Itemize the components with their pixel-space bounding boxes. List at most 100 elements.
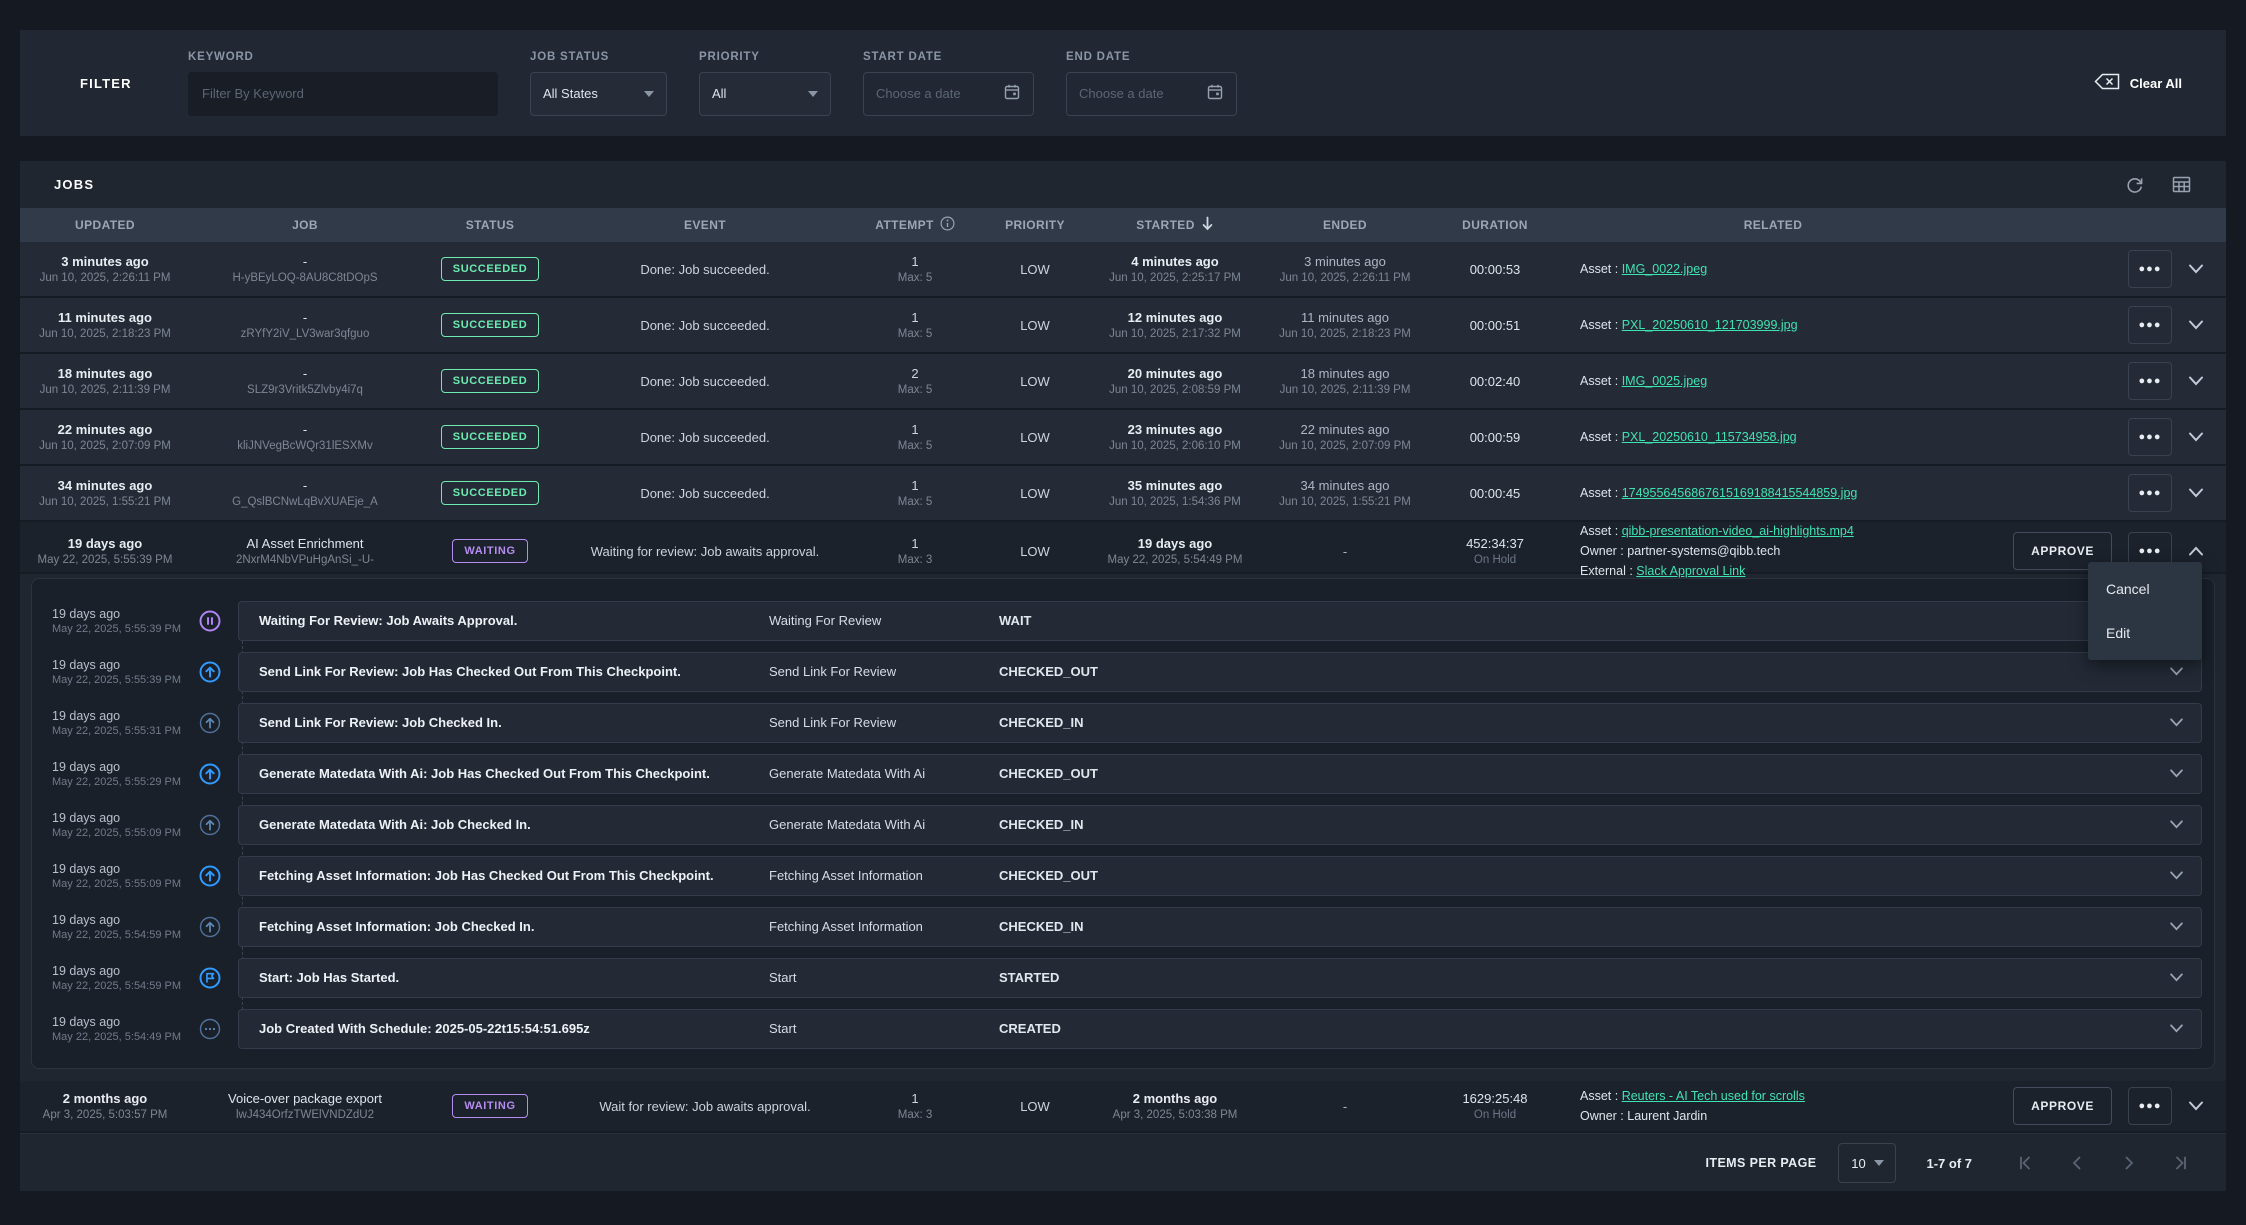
more-actions-button[interactable]: ●●● xyxy=(2128,474,2172,512)
previous-page-icon[interactable] xyxy=(2068,1154,2086,1172)
event-text: Waiting for review: Job awaits approval. xyxy=(560,544,850,559)
start-date-input[interactable]: Choose a date xyxy=(863,72,1034,116)
timeline-event-card[interactable]: Generate Matedata With Ai: Job Checked I… xyxy=(238,805,2202,845)
column-header-updated[interactable]: UPDATED xyxy=(20,218,190,232)
column-header-status[interactable]: STATUS xyxy=(420,218,560,232)
related-link[interactable]: qibb-presentation-video_ai-highlights.mp… xyxy=(1622,524,1854,538)
status-badge: SUCCEEDED xyxy=(441,257,539,281)
calendar-icon[interactable] xyxy=(1003,83,1021,104)
chevron-down-icon[interactable] xyxy=(2188,264,2204,274)
timeline-event-card[interactable]: Send Link For Review: Job Has Checked Ou… xyxy=(238,652,2202,692)
related-line: Asset : Reuters - AI Tech used for scrol… xyxy=(1580,1087,1805,1105)
ended-relative: 22 minutes ago xyxy=(1301,422,1390,437)
related-label: Owner : xyxy=(1580,544,1627,558)
first-page-icon[interactable] xyxy=(2016,1154,2034,1172)
updated-absolute: May 22, 2025, 5:55:39 PM xyxy=(38,554,173,566)
keyword-input[interactable] xyxy=(188,72,498,116)
more-actions-button[interactable]: ●●● xyxy=(2128,306,2172,344)
end-date-input[interactable]: Choose a date xyxy=(1066,72,1237,116)
related-text: partner-systems@qibb.tech xyxy=(1627,544,1780,558)
chevron-down-icon[interactable] xyxy=(2188,376,2204,386)
chevron-down-icon[interactable] xyxy=(2188,320,2204,330)
updated-cell: 22 minutes ago Jun 10, 2025, 2:07:09 PM xyxy=(20,422,190,452)
page-size-select[interactable]: 10 xyxy=(1838,1143,1896,1183)
menu-item-edit[interactable]: Edit xyxy=(2088,611,2202,655)
timeline-event-card[interactable]: Start: Job Has Started. Start STARTED xyxy=(238,958,2202,998)
timeline-relative-time: 19 days ago xyxy=(52,964,182,978)
attempt-cell: 1 Max: 3 xyxy=(850,1091,980,1121)
chevron-down-icon[interactable] xyxy=(2169,667,2184,676)
timeline-timestamp: 19 days ago May 22, 2025, 5:55:09 PM xyxy=(32,862,182,890)
chevron-down-icon[interactable] xyxy=(2169,871,2184,880)
chevron-down-icon[interactable] xyxy=(2169,922,2184,931)
chevron-down-icon[interactable] xyxy=(2169,973,2184,982)
column-header-started[interactable]: STARTED xyxy=(1090,216,1260,234)
related-link[interactable]: PXL_20250610_115734958.jpg xyxy=(1622,430,1797,444)
related-link[interactable]: IMG_0025.jpeg xyxy=(1622,374,1707,388)
updated-relative: 2 months ago xyxy=(63,1091,148,1106)
priority-select[interactable]: All xyxy=(699,72,831,116)
timeline-workflow-name: Send Link For Review xyxy=(769,715,999,730)
column-header-job[interactable]: JOB xyxy=(190,218,420,232)
related-link[interactable]: PXL_20250610_121703999.jpg xyxy=(1622,318,1798,332)
timeline-event-card[interactable]: Fetching Asset Information: Job Has Chec… xyxy=(238,856,2202,896)
ended-relative: 3 minutes ago xyxy=(1304,254,1386,269)
related-line: Owner : partner-systems@qibb.tech xyxy=(1580,542,1780,560)
refresh-icon[interactable] xyxy=(2124,174,2145,195)
column-header-attempt[interactable]: ATTEMPT xyxy=(850,216,980,234)
jobs-table-body: 3 minutes ago Jun 10, 2025, 2:26:11 PM -… xyxy=(20,242,2226,1133)
timeline-event-card[interactable]: Waiting For Review: Job Awaits Approval.… xyxy=(238,601,2202,641)
duration-cell: 00:00:53 xyxy=(1430,262,1560,277)
menu-item-cancel[interactable]: Cancel xyxy=(2088,567,2202,611)
event-text: Done: Job succeeded. xyxy=(560,374,850,389)
info-icon[interactable] xyxy=(940,216,955,234)
column-header-duration[interactable]: DURATION xyxy=(1430,218,1560,232)
related-line: Asset : qibb-presentation-video_ai-highl… xyxy=(1580,522,1854,540)
column-header-event[interactable]: EVENT xyxy=(560,218,850,232)
chevron-up-icon[interactable] xyxy=(2188,546,2204,556)
more-actions-button[interactable]: ●●● xyxy=(2128,418,2172,456)
timeline-event-card[interactable]: Generate Matedata With Ai: Job Has Check… xyxy=(238,754,2202,794)
timeline-timestamp: 19 days ago May 22, 2025, 5:54:59 PM xyxy=(32,964,182,992)
updated-cell: 3 minutes ago Jun 10, 2025, 2:26:11 PM xyxy=(20,254,190,284)
started-relative: 20 minutes ago xyxy=(1128,366,1223,381)
timeline-event-card[interactable]: Job Created With Schedule: 2025-05-22t15… xyxy=(238,1009,2202,1049)
more-actions-button[interactable]: ●●● xyxy=(2128,362,2172,400)
calendar-icon[interactable] xyxy=(1206,83,1224,104)
ended-absolute: Jun 10, 2025, 2:07:09 PM xyxy=(1279,440,1411,452)
related-cell: Asset : IMG_0022.jpeg xyxy=(1560,260,1986,278)
job-status-field-group: JOB STATUS All States xyxy=(530,51,667,116)
table-row: 11 minutes ago Jun 10, 2025, 2:18:23 PM … xyxy=(20,298,2226,354)
chevron-down-icon[interactable] xyxy=(2169,820,2184,829)
chevron-down-icon[interactable] xyxy=(2169,718,2184,727)
related-link[interactable]: IMG_0022.jpeg xyxy=(1622,262,1707,276)
attempt-count: 1 xyxy=(911,536,918,551)
timeline-event-card[interactable]: Fetching Asset Information: Job Checked … xyxy=(238,907,2202,947)
table-columns-icon[interactable] xyxy=(2171,174,2192,195)
sort-arrow-down-icon[interactable] xyxy=(1201,216,1214,234)
chevron-down-icon[interactable] xyxy=(2169,1024,2184,1033)
updated-relative: 19 days ago xyxy=(68,536,142,551)
related-link[interactable]: Reuters - AI Tech used for scrolls xyxy=(1622,1089,1805,1103)
chevron-down-icon[interactable] xyxy=(2188,432,2204,442)
context-menu: CancelEdit xyxy=(2088,562,2202,660)
duration-value: 00:00:59 xyxy=(1470,430,1521,445)
chevron-down-icon[interactable] xyxy=(2169,769,2184,778)
chevron-down-icon[interactable] xyxy=(2188,1101,2204,1111)
clear-all-button[interactable]: Clear All xyxy=(2094,73,2226,93)
started-relative: 12 minutes ago xyxy=(1128,310,1223,325)
related-link[interactable]: Slack Approval Link xyxy=(1636,564,1745,578)
job-status-select[interactable]: All States xyxy=(530,72,667,116)
approve-button[interactable]: APPROVE xyxy=(2013,1087,2112,1125)
timeline-event-card[interactable]: Send Link For Review: Job Checked In. Se… xyxy=(238,703,2202,743)
next-page-icon[interactable] xyxy=(2120,1154,2138,1172)
column-header-related[interactable]: RELATED xyxy=(1560,218,1986,232)
more-actions-button[interactable]: ●●● xyxy=(2128,1087,2172,1125)
last-page-icon[interactable] xyxy=(2172,1154,2190,1172)
chevron-down-icon[interactable] xyxy=(2188,488,2204,498)
timeline-timestamp: 19 days ago May 22, 2025, 5:55:09 PM xyxy=(32,811,182,839)
column-header-ended[interactable]: ENDED xyxy=(1260,218,1430,232)
column-header-priority[interactable]: PRIORITY xyxy=(980,218,1090,232)
related-link[interactable]: 1749556456867615169188415544859.jpg xyxy=(1622,486,1858,500)
more-actions-button[interactable]: ●●● xyxy=(2128,250,2172,288)
